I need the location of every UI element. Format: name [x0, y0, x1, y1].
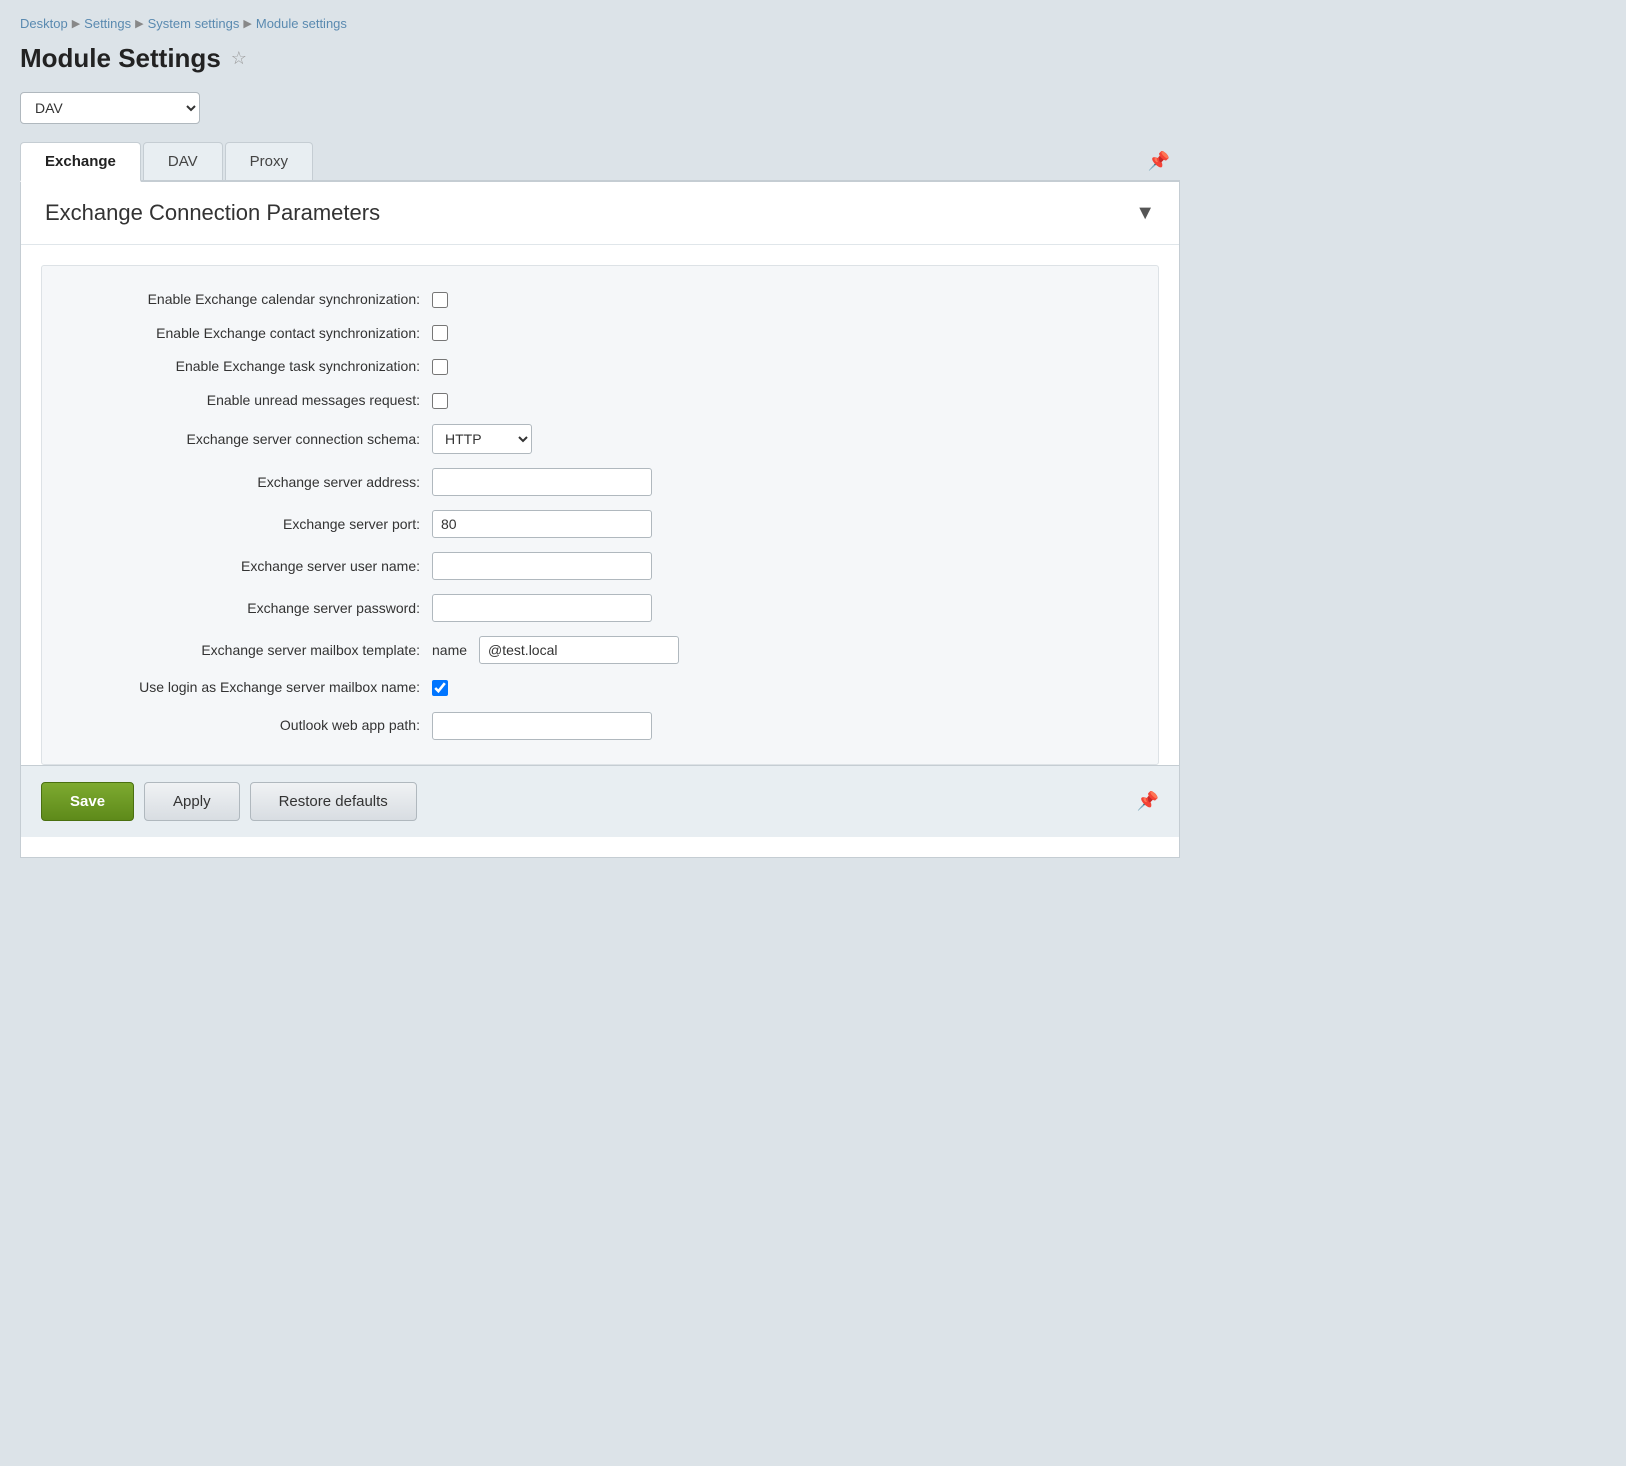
pin-icon-bottom[interactable]: 📌 — [1137, 791, 1159, 812]
checkbox-task-sync[interactable] — [432, 359, 448, 375]
form-row-port: Exchange server port: — [72, 510, 1128, 538]
checkbox-use-login[interactable] — [432, 680, 448, 696]
tabs-container: Exchange DAV Proxy 📌 — [20, 142, 1180, 182]
label-schema: Exchange server connection schema: — [72, 430, 432, 450]
form-row-task-sync: Enable Exchange task synchronization: — [72, 357, 1128, 377]
input-password[interactable] — [432, 594, 652, 622]
tab-dav[interactable]: DAV — [143, 142, 223, 180]
form-row-contact-sync: Enable Exchange contact synchronization: — [72, 324, 1128, 344]
bottom-bar: Save Apply Restore defaults 📌 — [21, 765, 1179, 837]
form-row-username: Exchange server user name: — [72, 552, 1128, 580]
form-row-password: Exchange server password: — [72, 594, 1128, 622]
breadcrumb-current: Module settings — [256, 16, 347, 31]
section-header: Exchange Connection Parameters ▼ — [21, 182, 1179, 245]
label-unread-messages: Enable unread messages request: — [72, 391, 432, 411]
form-row-calendar-sync: Enable Exchange calendar synchronization… — [72, 290, 1128, 310]
label-username: Exchange server user name: — [72, 557, 432, 577]
input-address[interactable] — [432, 468, 652, 496]
form-row-unread-messages: Enable unread messages request: — [72, 391, 1128, 411]
label-task-sync: Enable Exchange task synchronization: — [72, 357, 432, 377]
checkbox-contact-sync[interactable] — [432, 325, 448, 341]
section-title: Exchange Connection Parameters — [45, 200, 380, 226]
label-password: Exchange server password: — [72, 599, 432, 619]
label-contact-sync: Enable Exchange contact synchronization: — [72, 324, 432, 344]
label-outlook-path: Outlook web app path: — [72, 716, 432, 736]
label-address: Exchange server address: — [72, 473, 432, 493]
content-panel: Exchange Connection Parameters ▼ Enable … — [20, 182, 1180, 858]
collapse-icon[interactable]: ▼ — [1135, 202, 1155, 225]
page-title: Module Settings — [20, 43, 221, 74]
input-port[interactable] — [432, 510, 652, 538]
form-row-outlook-path: Outlook web app path: — [72, 712, 1128, 740]
breadcrumb: Desktop ▶ Settings ▶ System settings ▶ M… — [20, 16, 1180, 31]
breadcrumb-sep-1: ▶ — [72, 17, 80, 30]
form-row-mailbox-template: Exchange server mailbox template: name — [72, 636, 1128, 664]
input-mailbox-template[interactable] — [479, 636, 679, 664]
breadcrumb-sep-3: ▶ — [243, 17, 251, 30]
schema-select[interactable]: HTTP HTTPS — [432, 424, 532, 454]
module-selector[interactable]: DAV Exchange CalDAV CardDAV — [20, 92, 200, 124]
form-row-use-login: Use login as Exchange server mailbox nam… — [72, 678, 1128, 698]
breadcrumb-system-settings[interactable]: System settings — [148, 16, 240, 31]
mailbox-name-prefix: name — [432, 642, 467, 658]
breadcrumb-settings[interactable]: Settings — [84, 16, 131, 31]
favorite-star-icon[interactable]: ☆ — [231, 48, 247, 69]
tab-exchange[interactable]: Exchange — [20, 142, 141, 182]
pin-icon-top[interactable]: 📌 — [1138, 147, 1180, 176]
form-row-address: Exchange server address: — [72, 468, 1128, 496]
form-row-schema: Exchange server connection schema: HTTP … — [72, 424, 1128, 454]
label-mailbox-template: Exchange server mailbox template: — [72, 641, 432, 661]
label-port: Exchange server port: — [72, 515, 432, 535]
checkbox-unread-messages[interactable] — [432, 393, 448, 409]
tab-proxy[interactable]: Proxy — [225, 142, 313, 180]
restore-defaults-button[interactable]: Restore defaults — [250, 782, 417, 821]
label-use-login: Use login as Exchange server mailbox nam… — [72, 678, 432, 698]
input-username[interactable] — [432, 552, 652, 580]
breadcrumb-desktop[interactable]: Desktop — [20, 16, 68, 31]
checkbox-calendar-sync[interactable] — [432, 292, 448, 308]
breadcrumb-sep-2: ▶ — [135, 17, 143, 30]
form-area: Enable Exchange calendar synchronization… — [41, 265, 1159, 765]
save-button[interactable]: Save — [41, 782, 134, 821]
apply-button[interactable]: Apply — [144, 782, 240, 821]
input-outlook-path[interactable] — [432, 712, 652, 740]
label-calendar-sync: Enable Exchange calendar synchronization… — [72, 290, 432, 310]
